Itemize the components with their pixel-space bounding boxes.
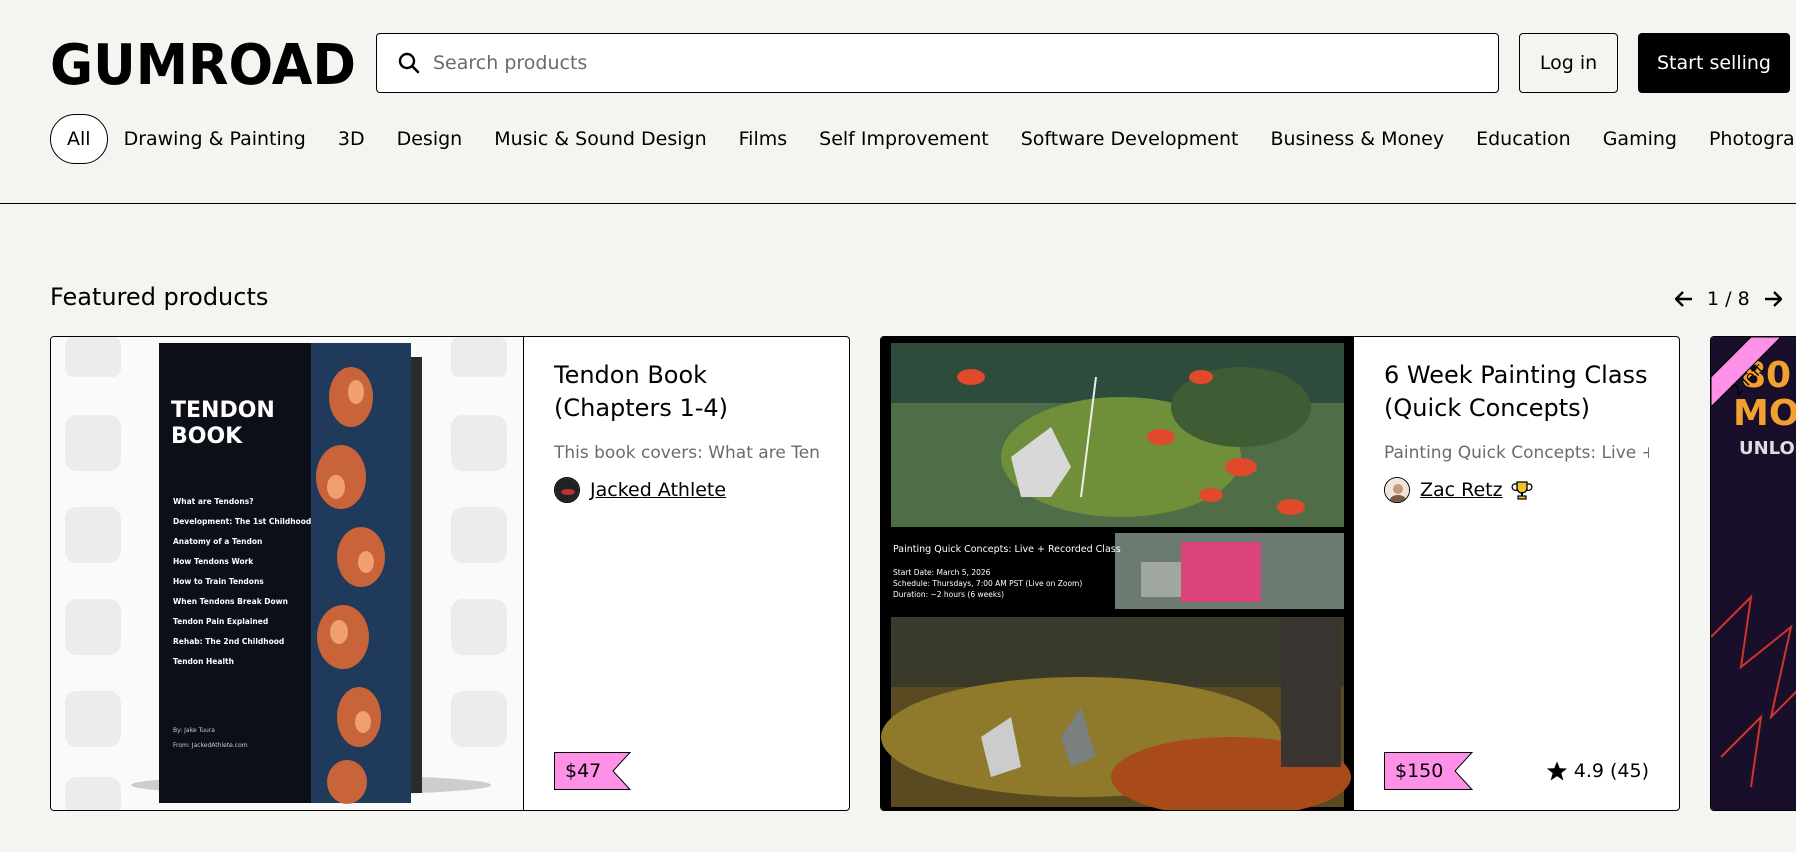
tendon-book-cover: TENDON BOOK What are Tendons? Developmen… <box>51 337 523 810</box>
cover-chapter: Rehab: The 2nd Childhood <box>173 637 284 646</box>
trophy-icon <box>1511 479 1533 501</box>
rating-value: 4.9 (45) <box>1573 760 1649 782</box>
creator-link[interactable]: Jacked Athlete <box>590 479 726 501</box>
cover-heading: Painting Quick Concepts: Live + Recorded… <box>893 544 1121 555</box>
creator-link[interactable]: Zac Retz <box>1420 479 1503 501</box>
product-info: 6 Week Painting Class (Quick Concepts) P… <box>1354 337 1679 810</box>
product-title[interactable]: Tendon Book (Chapters 1-4) <box>554 359 819 425</box>
category-all[interactable]: All <box>50 114 108 164</box>
product-rating: 4.9 (45) <box>1546 760 1649 782</box>
start-selling-button[interactable]: Start selling <box>1638 33 1790 93</box>
cover-author: By: Jake Tuura <box>173 727 215 734</box>
cover-chapter: When Tendons Break Down <box>173 597 288 606</box>
cover-chapter: How Tendons Work <box>173 557 254 566</box>
product-card[interactable]: Painting Quick Concepts: Live + Recorded… <box>880 336 1680 811</box>
product-title[interactable]: 6 Week Painting Class (Quick Concepts) <box>1384 359 1649 425</box>
cover-title-line1: TENDON <box>171 398 275 423</box>
cover-text: UNLO <box>1739 438 1795 459</box>
category-design[interactable]: Design <box>381 114 479 164</box>
pager-count: 1 / 8 <box>1707 288 1750 310</box>
product-description: Painting Quick Concepts: Live + Recorded… <box>1384 443 1649 463</box>
cover-chapter: Tendon Pain Explained <box>173 617 268 626</box>
category-drawing-painting[interactable]: Drawing & Painting <box>108 114 322 164</box>
cover-duration: Duration: ~2 hours (6 weeks) <box>893 590 1004 599</box>
painting-class-cover: Painting Quick Concepts: Live + Recorded… <box>881 337 1353 810</box>
category-gaming[interactable]: Gaming <box>1587 114 1693 164</box>
logo-text: GUMROAD <box>50 34 356 92</box>
product-thumbnail[interactable]: 80 MO UNLO 2 left <box>1711 337 1796 811</box>
price-tag: $47 <box>554 752 632 790</box>
login-button[interactable]: Log in <box>1519 33 1618 93</box>
avatar <box>554 477 580 503</box>
search-input[interactable] <box>433 52 1433 74</box>
cover-site: From: JackedAthlete.com <box>173 742 248 749</box>
cover-chapter: Tendon Health <box>173 657 234 666</box>
cover-chapter: What are Tendons? <box>173 497 254 506</box>
featured-products-title: Featured products <box>50 283 269 311</box>
cover-text: MO <box>1733 393 1796 434</box>
category-films[interactable]: Films <box>723 114 804 164</box>
category-nav: All Drawing & Painting 3D Design Music &… <box>50 114 1796 164</box>
logo-wordmark: GUMROAD <box>50 34 356 92</box>
price-tag-point <box>1453 752 1474 790</box>
category-software-development[interactable]: Software Development <box>1005 114 1255 164</box>
price-tag: $150 <box>1384 752 1474 790</box>
product-card[interactable]: TENDON BOOK What are Tendons? Developmen… <box>50 336 850 811</box>
arrow-left-icon[interactable] <box>1671 286 1697 312</box>
price-tag-point <box>611 752 632 790</box>
category-music-sound-design[interactable]: Music & Sound Design <box>478 114 722 164</box>
product-creator: Jacked Athlete <box>554 477 819 503</box>
category-photography[interactable]: Photography <box>1693 114 1796 164</box>
featured-pager: 1 / 8 <box>1671 286 1786 312</box>
site-header: GUMROAD Log in Start selling All Drawing… <box>0 0 1796 204</box>
avatar <box>1384 477 1410 503</box>
cover-title-line2: BOOK <box>171 424 243 449</box>
cover-chapter: Development: The 1st Childhood <box>173 517 311 526</box>
category-3d[interactable]: 3D <box>322 114 381 164</box>
category-business-money[interactable]: Business & Money <box>1254 114 1460 164</box>
price-value: $47 <box>554 752 612 790</box>
price-value: $150 <box>1384 752 1454 790</box>
cover-chapter: How to Train Tendons <box>173 577 264 586</box>
star-icon <box>1546 760 1568 782</box>
product-creator: Zac Retz <box>1384 477 1649 503</box>
category-self-improvement[interactable]: Self Improvement <box>803 114 1005 164</box>
product-thumbnail[interactable]: TENDON BOOK What are Tendons? Developmen… <box>51 337 524 810</box>
cover-schedule: Schedule: Thursdays, 7:00 AM PST (Live o… <box>893 579 1082 588</box>
product-description: This book covers: What are Tendons? <box>554 443 819 463</box>
arrow-right-icon[interactable] <box>1760 286 1786 312</box>
search-icon <box>397 51 421 75</box>
product-thumbnail[interactable]: Painting Quick Concepts: Live + Recorded… <box>881 337 1354 810</box>
product-card[interactable]: 80 MO UNLO 2 left <box>1710 336 1796 811</box>
search-bar[interactable] <box>376 33 1499 93</box>
category-education[interactable]: Education <box>1460 114 1587 164</box>
cover-start-date: Start Date: March 5, 2026 <box>893 568 991 577</box>
gumroad-logo[interactable]: GUMROAD <box>50 34 356 92</box>
product-info: Tendon Book (Chapters 1-4) This book cov… <box>524 337 849 810</box>
cover-chapter: Anatomy of a Tendon <box>173 537 262 546</box>
